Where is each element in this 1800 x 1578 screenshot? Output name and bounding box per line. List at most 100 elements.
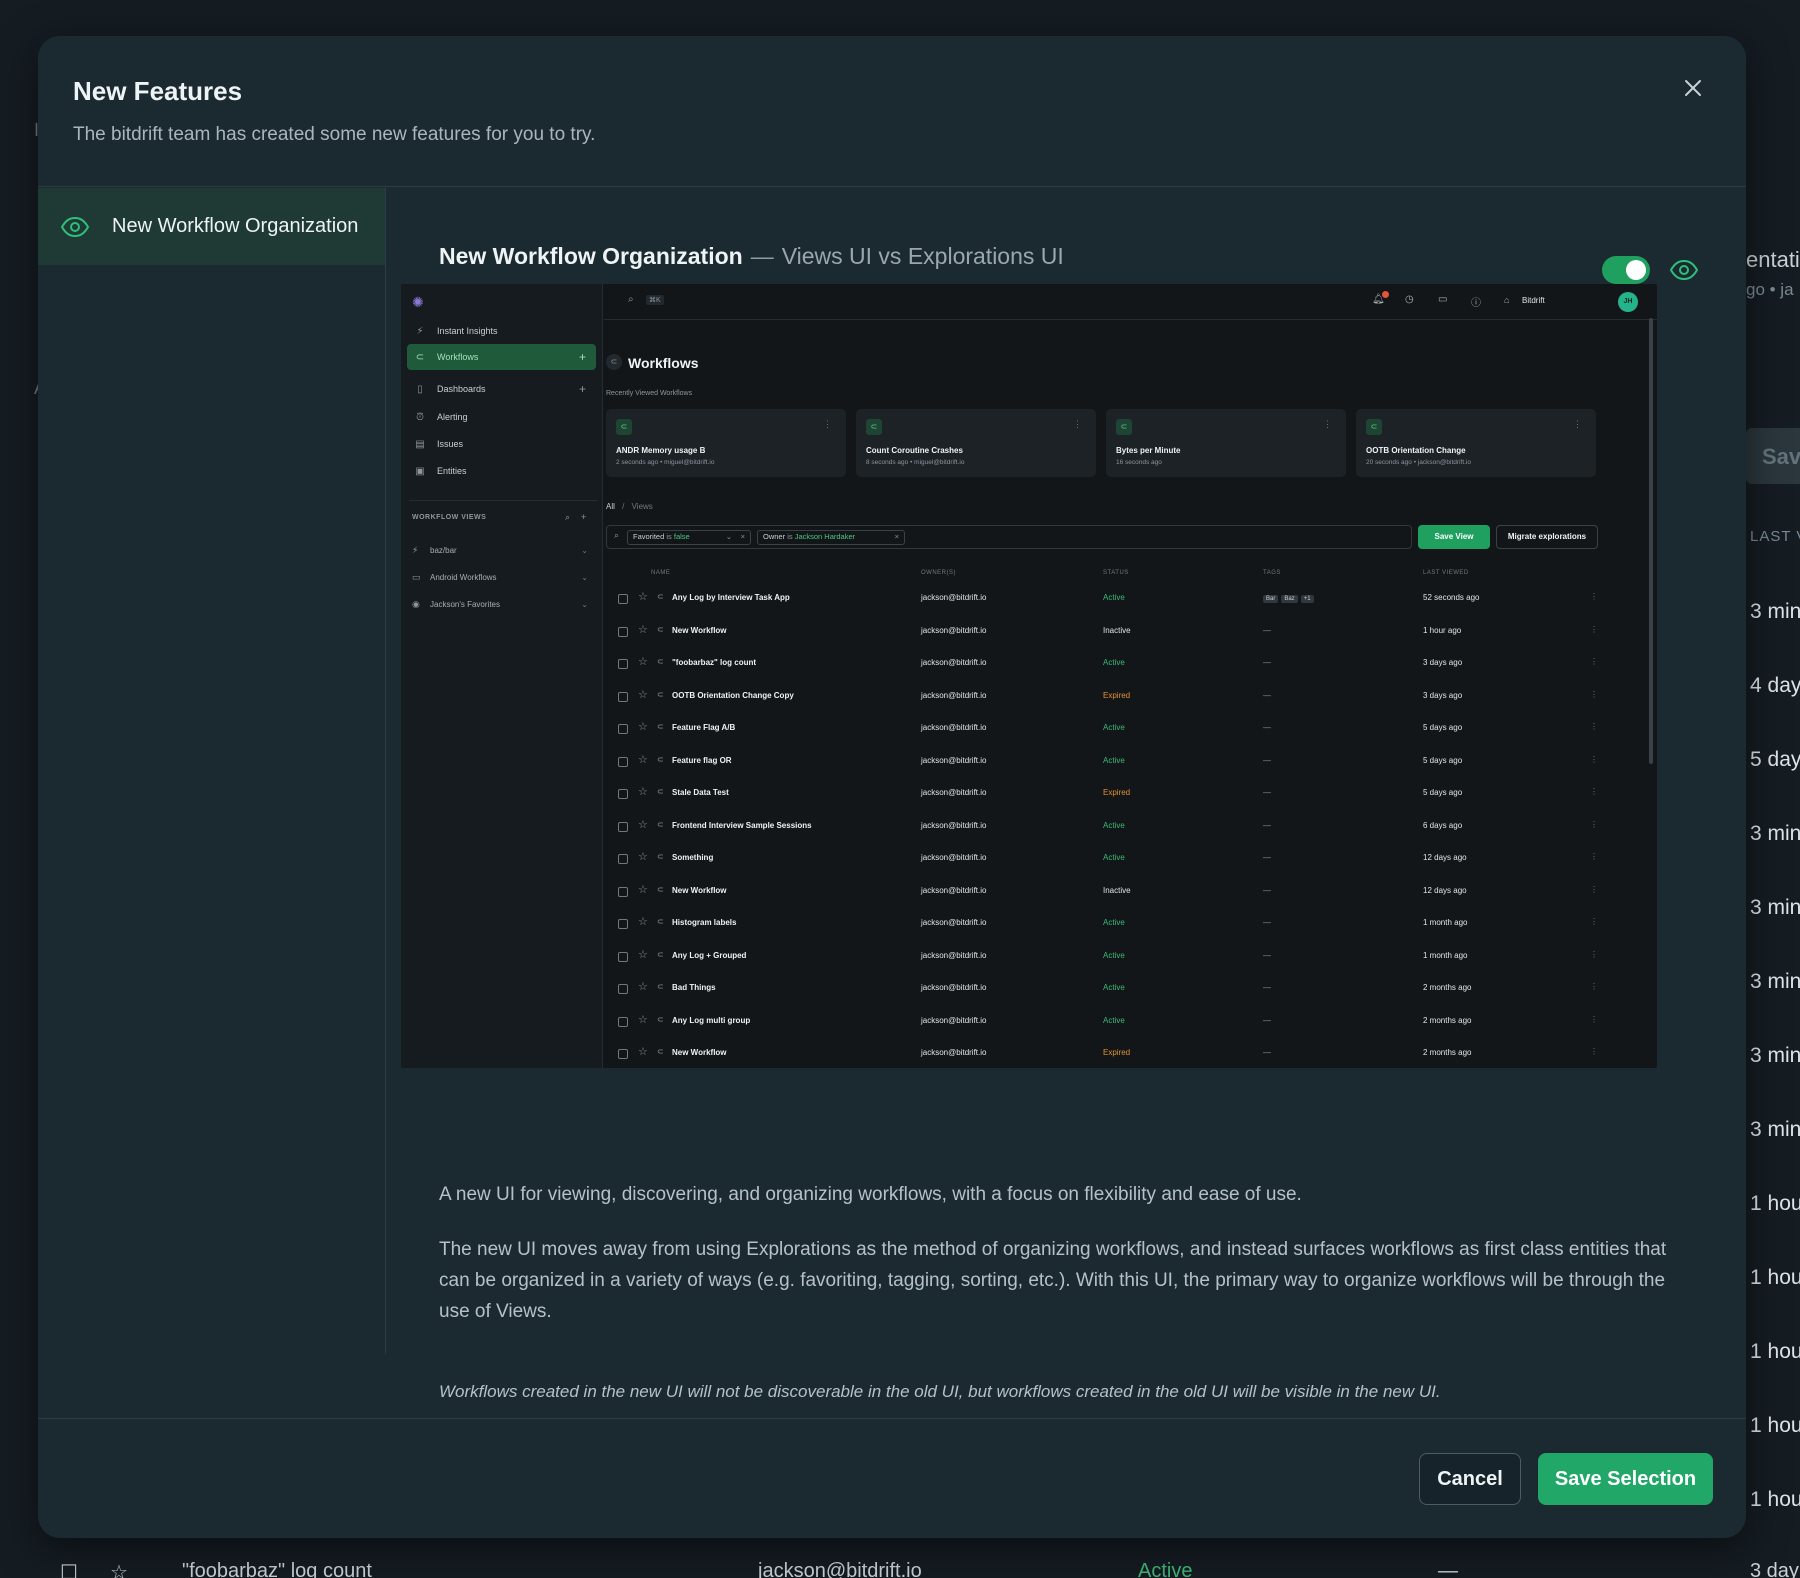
row-checkbox bbox=[618, 821, 628, 832]
row-checkbox bbox=[618, 626, 628, 637]
close-icon[interactable] bbox=[1675, 70, 1711, 106]
row-name: Any Log + Grouped bbox=[672, 950, 747, 960]
feature-title: New Workflow Organization — Views UI vs Ex… bbox=[439, 243, 1064, 270]
row-tag: Baz bbox=[1281, 595, 1298, 603]
workflow-icon: ⊂ bbox=[657, 592, 664, 601]
table-row: ☆ ⊂ Bad Things jackson@bitdrift.io Active — 2 … bbox=[606, 972, 1606, 1004]
star-icon: ☆ bbox=[638, 851, 648, 863]
workflow-icon: ⊂ bbox=[866, 419, 882, 435]
star-icon: ☆ bbox=[638, 981, 648, 993]
filter-chip-favorited: Favorited is false ⌄ × bbox=[627, 530, 751, 545]
preview-nav-item-dashboards: ▯ Dashboards + bbox=[407, 376, 596, 402]
preview-nav-item-workflows: ⊂ Workflows + bbox=[407, 344, 596, 370]
feature-enable-toggle[interactable] bbox=[1602, 256, 1650, 284]
toggle-knob bbox=[1626, 260, 1646, 280]
alarm-icon: ⏰︎ bbox=[416, 411, 424, 423]
row-tags: — bbox=[1263, 886, 1271, 895]
plus-icon: + bbox=[578, 382, 586, 396]
table-row: ☆ ⊂ Feature flag OR jackson@bitdrift.io Acti… bbox=[606, 745, 1606, 777]
row-name: Histogram labels bbox=[672, 918, 737, 927]
star-icon: ☆ bbox=[638, 786, 648, 798]
row-checkbox bbox=[618, 886, 628, 897]
row-name: Any Log multi group bbox=[672, 1015, 751, 1025]
row-tag-empty: — bbox=[1263, 1048, 1271, 1057]
cancel-button[interactable]: Cancel bbox=[1419, 1453, 1521, 1505]
row-checkbox bbox=[618, 724, 628, 734]
row-tags: — bbox=[1263, 723, 1271, 732]
background-last-viewed: 3 min bbox=[1750, 970, 1800, 993]
bolt-icon: ⚡︎ bbox=[416, 325, 424, 337]
row-last-viewed: 1 hour ago bbox=[1423, 625, 1462, 635]
preview-card-subtitle: 2 seconds ago • miguel@bitdrift.io bbox=[616, 459, 715, 466]
star-icon: ☆ bbox=[638, 1013, 648, 1026]
row-checkbox bbox=[618, 756, 628, 767]
breadcrumb-separator: / bbox=[622, 502, 625, 511]
table-row: ☆ ⊂ OOTB Orientation Change Copy jackson@bi… bbox=[606, 680, 1606, 712]
row-status: Active bbox=[1103, 723, 1125, 732]
modal-title: New Features bbox=[73, 76, 243, 106]
chevron-down-icon: ⌄ bbox=[581, 545, 588, 555]
row-tag: +1 bbox=[1300, 595, 1314, 603]
feature-item-label: New Workflow Organization bbox=[112, 215, 359, 237]
preview-nav-label: Alerting bbox=[437, 412, 468, 422]
clock-icon: ◷ bbox=[1405, 294, 1414, 305]
more-icon: ⋮ bbox=[1323, 419, 1332, 429]
row-owner: jackson@bitdrift.io bbox=[921, 593, 987, 602]
row-last-viewed: 2 months ago bbox=[1423, 1048, 1472, 1057]
preview-nav-label: Instant Insights bbox=[437, 326, 498, 336]
preview-nav-label: Issues bbox=[437, 439, 464, 449]
row-tag-empty: — bbox=[1263, 853, 1271, 862]
background-workflow-title: entatio bbox=[1746, 247, 1800, 272]
row-last-viewed: 12 days ago bbox=[1423, 853, 1467, 862]
filter-op: is bbox=[787, 532, 793, 541]
row-status: Active bbox=[1103, 593, 1125, 602]
star-icon: ☆ bbox=[638, 1046, 648, 1058]
preview-sidebar-divider bbox=[409, 500, 597, 501]
workflow-icon: ⊂ bbox=[657, 949, 664, 959]
workflow-icon: ⊂ bbox=[657, 819, 664, 829]
column-header-status: STATUS bbox=[1103, 570, 1129, 576]
more-icon: ⋮ bbox=[1073, 419, 1082, 429]
row-name: Feature flag OR bbox=[672, 755, 732, 765]
row-tag-empty: — bbox=[1263, 983, 1271, 992]
background-row-tags: — bbox=[1438, 1560, 1458, 1578]
breadcrumb-all: All bbox=[606, 502, 615, 511]
more-icon: ⋮ bbox=[1590, 754, 1598, 764]
background-row-owner: jackson@bitdrift.io bbox=[758, 1560, 922, 1578]
row-status: Active bbox=[1103, 820, 1125, 830]
save-selection-button[interactable]: Save Selection bbox=[1538, 1453, 1713, 1505]
modal-footer-divider bbox=[38, 1418, 1746, 1419]
row-tags: — bbox=[1263, 853, 1271, 862]
preview-save-view-button: Save View bbox=[1418, 525, 1490, 549]
document-icon: ▯ bbox=[417, 383, 423, 395]
row-status: Active bbox=[1103, 658, 1125, 667]
row-status: Expired bbox=[1103, 788, 1131, 797]
workflow-icon: ⊂ bbox=[657, 787, 664, 796]
row-owner: jackson@bitdrift.io bbox=[921, 658, 987, 667]
row-last-viewed: 2 months ago bbox=[1423, 1015, 1472, 1025]
more-icon: ⋮ bbox=[1590, 852, 1598, 861]
preview-sidebar: ✺ ⚡︎ Instant Insights ⊂ Workflows + ▯ Dashboar… bbox=[401, 284, 603, 1068]
view-icon: ▭ bbox=[412, 571, 421, 582]
row-status: Active bbox=[1103, 755, 1125, 765]
background-last-viewed: 1 hour bbox=[1750, 1340, 1800, 1363]
chevron-down-icon: ⌄ bbox=[581, 599, 588, 609]
filter-chip-owner: Owner is Jackson Hardaker × bbox=[757, 530, 905, 545]
feature-item-new-workflow-organization[interactable]: New Workflow Organization bbox=[38, 188, 385, 265]
row-tag-empty: — bbox=[1263, 625, 1271, 635]
star-icon: ☆ bbox=[638, 883, 648, 896]
background-last-viewed: 3 min bbox=[1750, 1118, 1800, 1141]
row-name: New Workflow bbox=[672, 885, 727, 895]
feature-list: New Workflow Organization bbox=[38, 188, 386, 1354]
eye-icon[interactable] bbox=[1669, 258, 1699, 282]
row-tags: Bar Baz +1 bbox=[1263, 593, 1317, 603]
feature-note: Workflows created in the new UI will not… bbox=[439, 1382, 1441, 1401]
workflow-icon: ⊂ bbox=[657, 982, 664, 991]
table-row: ☆ ⊂ Any Log by Interview Task App jackson@b… bbox=[606, 582, 1606, 614]
star-icon: ☆ bbox=[638, 818, 648, 831]
star-icon: ☆ bbox=[638, 916, 648, 928]
help-icon: ⓘ bbox=[1471, 298, 1481, 309]
row-last-viewed: 3 days ago bbox=[1423, 658, 1463, 667]
row-tag: Bar bbox=[1263, 595, 1279, 603]
background-row-name: "foobarbaz" log count bbox=[182, 1560, 372, 1578]
